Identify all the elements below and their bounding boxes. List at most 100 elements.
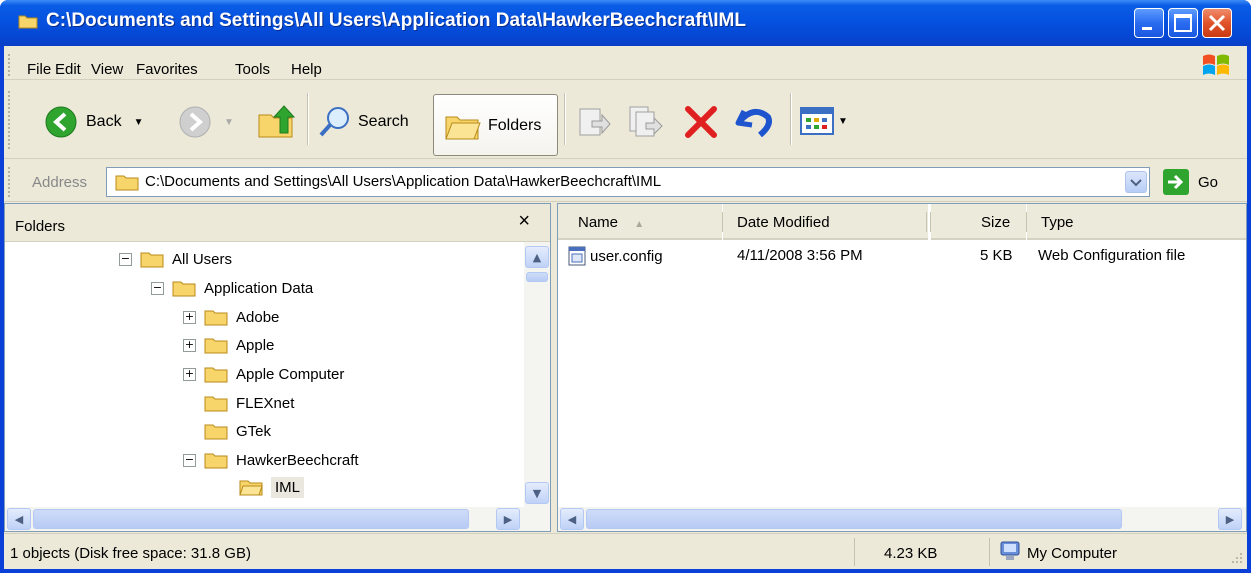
file-size: 5 KB (980, 247, 1013, 264)
tree-item-label: IML (271, 476, 305, 498)
undo-button[interactable] (734, 103, 774, 139)
folders-vertical-scrollbar[interactable]: ▲ ▼ (524, 242, 550, 508)
tree-item-flexnet[interactable]: FLEXnet (204, 389, 294, 417)
scroll-up-button[interactable]: ▲ (525, 246, 549, 268)
tree-item-label: Apple Computer (236, 365, 345, 383)
folders-pane: Folders × − All Users − Application Data… (4, 203, 551, 532)
file-name: user.config (590, 247, 663, 265)
scroll-thumb[interactable] (33, 509, 469, 529)
toolbar-separator (564, 93, 566, 145)
status-bar: 1 objects (Disk free space: 31.8 GB) 4.2… (4, 533, 1247, 569)
scroll-right-button[interactable]: ▶ (1218, 508, 1242, 530)
delete-button[interactable] (684, 105, 718, 139)
tree-item-gtek[interactable]: GTek (204, 417, 271, 445)
forward-arrow-icon (179, 106, 211, 138)
up-folder-icon (258, 105, 296, 138)
my-computer-icon (1000, 541, 1020, 560)
file-row[interactable]: user.config (568, 246, 663, 266)
toolbar-separator (307, 93, 309, 145)
column-header-name[interactable]: Name ▲ (558, 204, 722, 240)
folders-pane-title: Folders (15, 218, 66, 235)
folder-icon (204, 396, 228, 412)
menu-edit[interactable]: Edit (55, 61, 81, 78)
menu-view[interactable]: View (91, 61, 123, 78)
toolbar-grip[interactable] (8, 91, 11, 149)
forward-button[interactable]: ▼ (178, 105, 234, 139)
open-folder-icon (239, 480, 263, 496)
close-button[interactable] (1202, 8, 1232, 38)
folders-horizontal-scrollbar[interactable]: ◀ ▶ (5, 507, 550, 531)
folder-icon (18, 15, 38, 29)
folder-icon (140, 252, 164, 268)
tree-item-adobe[interactable]: + Adobe (183, 303, 279, 331)
folder-icon (115, 175, 139, 191)
up-folder-button[interactable] (256, 103, 296, 141)
status-location: My Computer (1027, 545, 1118, 562)
views-button[interactable]: ▼ (800, 107, 848, 135)
menu-tools[interactable]: Tools (235, 61, 270, 78)
status-objects: 1 objects (Disk free space: 31.8 GB) (10, 545, 251, 562)
back-button[interactable]: Back ▼ (44, 105, 143, 139)
expand-icon[interactable]: + (183, 367, 196, 381)
folder-icon (204, 310, 228, 326)
menu-help[interactable]: Help (291, 61, 322, 78)
tree-item-label: All Users (172, 250, 233, 268)
tree-item-iml[interactable]: IML (239, 473, 305, 501)
tree-item-apple[interactable]: + Apple (183, 331, 274, 359)
back-arrow-icon (45, 106, 77, 138)
column-header-type[interactable]: Type (1027, 204, 1246, 240)
move-to-icon (579, 108, 611, 136)
column-divider[interactable] (926, 212, 927, 232)
back-dropdown-icon[interactable]: ▼ (134, 117, 144, 128)
address-label: Address (32, 174, 88, 191)
menu-file[interactable]: File (27, 61, 51, 78)
maximize-button[interactable] (1168, 8, 1198, 38)
tree-item-apple-computer[interactable]: + Apple Computer (183, 360, 344, 388)
tree-item-hawkerbeechcraft[interactable]: − HawkerBeechcraft (183, 446, 359, 474)
folders-label: Folders (488, 117, 542, 134)
folder-icon (204, 453, 228, 469)
expand-icon[interactable]: + (183, 310, 196, 324)
scroll-left-button[interactable]: ◀ (7, 508, 31, 530)
delete-icon (685, 106, 717, 138)
search-icon (319, 107, 349, 137)
expand-icon[interactable]: + (183, 338, 196, 352)
address-dropdown-button[interactable] (1125, 171, 1147, 193)
scroll-right-button[interactable]: ▶ (496, 508, 520, 530)
forward-dropdown-icon[interactable]: ▼ (224, 117, 234, 128)
search-button[interactable]: Search (318, 105, 409, 139)
folders-pane-close-icon[interactable]: × (518, 210, 530, 233)
resize-grip-icon[interactable] (1229, 550, 1243, 564)
scroll-thumb[interactable] (526, 272, 548, 282)
folders-button[interactable]: Folders (433, 94, 558, 156)
file-list-horizontal-scrollbar[interactable]: ◀ ▶ (558, 507, 1246, 531)
address-input[interactable]: C:\Documents and Settings\All Users\Appl… (106, 167, 1150, 197)
tree-item-application-data[interactable]: − Application Data (151, 274, 313, 302)
scroll-left-button[interactable]: ◀ (560, 508, 584, 530)
tree-item-all-users[interactable]: − All Users (119, 245, 232, 273)
collapse-icon[interactable]: − (151, 281, 164, 295)
scroll-down-button[interactable]: ▼ (525, 482, 549, 504)
scroll-thumb[interactable] (586, 509, 1122, 529)
copy-to-button[interactable] (628, 103, 664, 139)
menu-grip[interactable] (8, 54, 11, 76)
tree-item-label: FLEXnet (236, 394, 295, 412)
move-to-button[interactable] (576, 103, 612, 139)
collapse-icon[interactable]: − (119, 252, 132, 266)
status-divider (989, 538, 990, 566)
windows-logo-icon (1203, 54, 1229, 75)
folder-icon (204, 424, 228, 440)
address-grip[interactable] (8, 167, 11, 197)
collapse-icon[interactable]: − (183, 453, 196, 467)
views-dropdown-icon[interactable]: ▼ (838, 116, 848, 127)
column-header-date-modified[interactable]: Date Modified (723, 204, 928, 240)
title-bar[interactable]: C:\Documents and Settings\All Users\Appl… (0, 0, 1251, 46)
file-date-modified: 4/11/2008 3:56 PM (737, 247, 863, 264)
go-button[interactable]: Go (1162, 167, 1232, 197)
minimize-button[interactable] (1134, 8, 1164, 38)
tree-item-label: Adobe (236, 308, 280, 326)
tree-item-label: HawkerBeechcraft (236, 451, 359, 469)
column-header-size[interactable]: Size (931, 204, 1026, 240)
menu-favorites[interactable]: Favorites (136, 61, 198, 78)
folder-icon (204, 338, 228, 354)
